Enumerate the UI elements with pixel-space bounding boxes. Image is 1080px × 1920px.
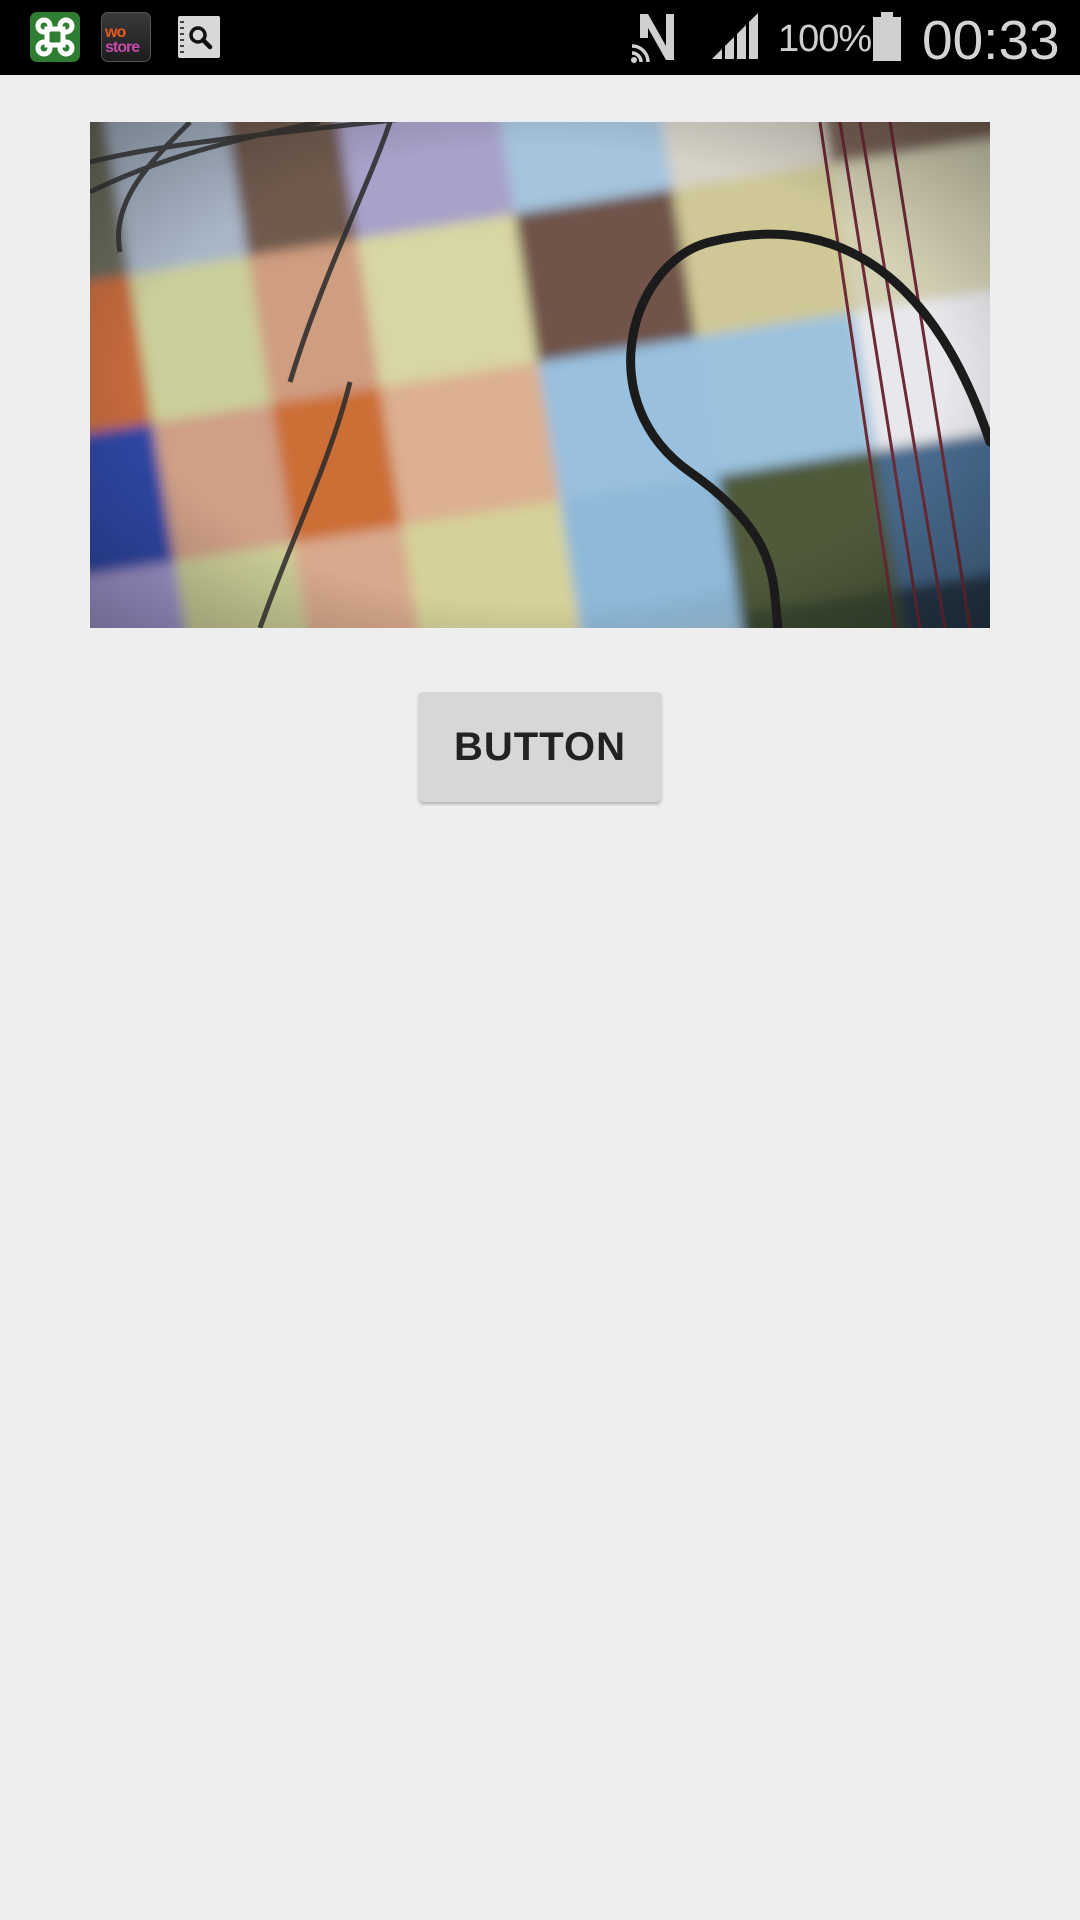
wo-store-icon: wo store — [101, 12, 151, 62]
clock: 00:33 — [922, 9, 1060, 71]
battery-percent: 100% — [778, 18, 872, 60]
app-launcher-icon — [30, 12, 80, 62]
camera-preview-image — [90, 122, 990, 628]
store-icon-text-bottom: store — [105, 39, 140, 56]
search-notes-icon — [178, 16, 220, 58]
status-bar: wo store 100% 00:33 — [0, 0, 1080, 75]
store-icon-text-top: wo — [105, 24, 126, 41]
nfc-icon — [631, 14, 674, 63]
action-button[interactable]: BUTTON — [419, 692, 661, 802]
signal-icon — [712, 13, 758, 59]
battery-icon — [873, 12, 901, 61]
